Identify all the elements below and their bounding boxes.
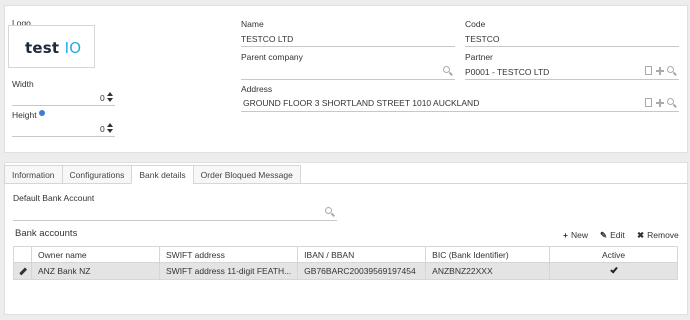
partner-underline [465, 79, 679, 80]
tab-configurations[interactable]: Configurations [61, 165, 132, 184]
height-spinner-icon[interactable] [106, 122, 114, 134]
code-underline [465, 46, 679, 47]
code-field[interactable]: TESTCO [465, 34, 499, 44]
table-header-row: Owner name SWIFT address IBAN / BBAN BIC… [13, 246, 678, 263]
default-bank-account-search-icon[interactable] [325, 207, 335, 217]
address-document-icon[interactable] [645, 98, 652, 107]
width-field[interactable]: 0 [100, 93, 105, 103]
partner-field[interactable]: P0001 - TESTCO LTD [465, 67, 549, 77]
active-cell[interactable] [549, 262, 678, 280]
default-bank-account-underline [13, 220, 337, 221]
bank-accounts-title: Bank accounts [15, 228, 78, 239]
tab-information[interactable]: Information [4, 165, 62, 184]
new-button[interactable]: + New [563, 230, 588, 240]
company-logo: test IO [25, 39, 82, 57]
partner-plus-icon[interactable] [656, 67, 664, 75]
remove-button[interactable]: ✖ Remove [637, 230, 679, 241]
name-label: Name [241, 19, 264, 29]
logo-image-field[interactable]: test IO [8, 25, 95, 68]
address-field[interactable]: GROUND FLOOR 3 SHORTLAND STREET 1010 AUC… [243, 98, 479, 108]
partner-document-icon[interactable] [645, 66, 652, 75]
column-iban[interactable]: IBAN / BBAN [297, 246, 427, 263]
address-search-icon[interactable] [667, 98, 677, 108]
edit-column-header [13, 246, 32, 263]
height-label: Height [12, 110, 37, 120]
plus-icon: + [563, 230, 568, 240]
bic-cell[interactable]: ANZBNZ22XXX [425, 262, 551, 280]
parent-company-search-icon[interactable] [443, 66, 453, 76]
owner-name-cell[interactable]: ANZ Bank NZ [31, 262, 160, 280]
height-field[interactable]: 0 [100, 124, 105, 134]
partner-label: Partner [465, 52, 493, 62]
column-bic[interactable]: BIC (Bank Identifier) [425, 246, 551, 263]
bank-accounts-table: Owner name SWIFT address IBAN / BBAN BIC… [13, 246, 678, 280]
tab-order-bloqued-message[interactable]: Order Bloqued Message [192, 165, 301, 184]
width-underline [12, 105, 115, 106]
partner-search-icon[interactable] [667, 66, 677, 76]
code-label: Code [465, 19, 486, 29]
edit-button[interactable]: ✎ Edit [600, 230, 625, 241]
column-owner-name[interactable]: Owner name [31, 246, 160, 263]
column-swift-address[interactable]: SWIFT address [158, 246, 299, 263]
table-row[interactable]: ANZ Bank NZ SWIFT address 11-digit FEATH… [13, 262, 678, 280]
pencil-icon [18, 267, 27, 275]
name-field[interactable]: TESTCO LTD [241, 34, 293, 44]
swift-address-cell[interactable]: SWIFT address 11-digit FEATH... [158, 262, 299, 280]
width-label: Width [12, 79, 34, 89]
name-underline [241, 46, 455, 47]
info-icon[interactable] [39, 110, 45, 116]
address-label: Address [241, 84, 273, 94]
tab-bank-details[interactable]: Bank details [131, 165, 193, 184]
x-icon: ✖ [637, 230, 645, 240]
tab-bar: Information Configurations Bank details … [4, 165, 301, 184]
height-underline [12, 136, 115, 137]
width-spinner-icon[interactable] [106, 91, 114, 103]
check-icon [609, 265, 618, 274]
pencil-icon: ✎ [600, 230, 608, 240]
column-active[interactable]: Active [549, 246, 678, 263]
iban-cell[interactable]: GB76BARC20039569197454 [297, 262, 427, 280]
address-plus-icon[interactable] [656, 99, 664, 107]
default-bank-account-label: Default Bank Account [13, 193, 95, 203]
address-underline [241, 111, 679, 112]
parent-company-label: Parent company [241, 52, 303, 62]
parent-company-underline [241, 79, 455, 80]
row-edit-cell[interactable] [13, 262, 32, 280]
